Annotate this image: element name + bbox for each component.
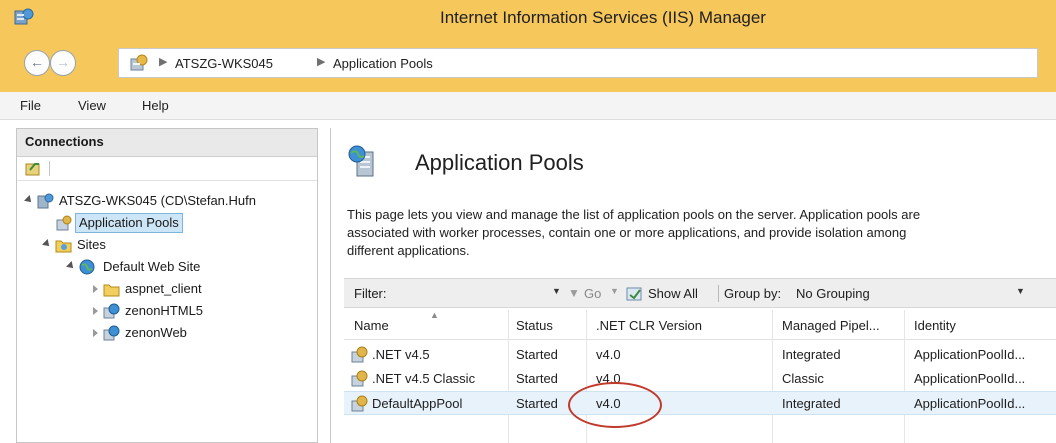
application-pools-icon [56,215,72,231]
table-row-selected[interactable]: DefaultAppPool Started v4.0 Integrated A… [344,391,1056,415]
toolbar-separator [49,161,50,176]
go-button[interactable]: Go [584,286,601,301]
tree-item-default-web-site[interactable]: Default Web Site [23,257,253,277]
tree-item-aspnet-client[interactable]: aspnet_client [23,279,253,299]
breadcrumb-separator-icon: ▶ [159,56,168,68]
description-line: different applications. [347,243,470,258]
breadcrumb-server[interactable]: ATSZG-WKS045 [175,56,273,71]
filter-bar: Filter: ▼ ▼ Go ▼ Show All Group by: No G… [344,278,1056,308]
server-icon [37,193,54,209]
highlight-annotation-circle [568,382,662,428]
tree-label-sites: Sites [77,237,106,252]
funnel-icon: ▼ [568,286,580,300]
web-application-icon [103,303,120,319]
column-header-status[interactable]: Status [516,318,553,333]
breadcrumb[interactable]: ▶ ATSZG-WKS045 ▶ Application Pools [118,48,1038,78]
expand-closed-icon[interactable] [93,329,98,337]
expand-open-icon[interactable] [66,261,76,271]
filter-dropdown-arrow-icon[interactable]: ▼ [552,286,561,296]
web-application-icon [103,325,120,341]
tree-item-sites[interactable]: Sites [23,235,143,255]
menu-file[interactable]: File [20,98,41,113]
application-pools-icon [348,145,374,177]
tree-label-default-web-site: Default Web Site [103,259,201,274]
menu-bar: File View Help [0,92,1056,120]
cell-identity: ApplicationPoolId... [914,396,1026,411]
table-row[interactable]: .NET v4.5 Classic Started v4.0 Classic A… [344,367,1056,391]
tree-item-zenonweb[interactable]: zenonWeb [23,323,253,343]
cell-name: .NET v4.5 [372,347,430,362]
show-all-icon [626,287,642,301]
application-pool-icon [351,346,368,363]
column-header-managed-pipeline[interactable]: Managed Pipel... [782,318,880,333]
tree-label-application-pools: Application Pools [75,213,183,233]
group-by-dropdown-arrow-icon[interactable]: ▼ [1016,286,1025,296]
application-pool-icon [351,395,368,412]
title-bar: Internet Information Services (IIS) Mana… [0,0,1056,34]
tree-label-aspnet-client: aspnet_client [125,281,202,296]
column-header-identity[interactable]: Identity [914,318,956,333]
breadcrumb-app-pools[interactable]: Application Pools [333,56,433,71]
group-by-label: Group by: [724,286,782,301]
page-description: This page lets you view and manage the l… [347,206,1056,260]
description-line: associated with worker processes, contai… [347,225,907,240]
filter-label: Filter: [354,286,387,301]
folder-icon [103,284,120,297]
menu-help[interactable]: Help [142,98,169,113]
cell-managed-pipeline: Classic [782,371,824,386]
tree-label-server: ATSZG-WKS045 (CD\Stefan.Hufn [59,193,256,208]
cell-managed-pipeline: Integrated [782,347,841,362]
go-dropdown-arrow-icon[interactable]: ▼ [610,286,619,296]
expand-open-icon[interactable] [42,239,52,249]
tree-item-server[interactable]: ATSZG-WKS045 (CD\Stefan.Hufn [23,191,317,211]
cell-name: DefaultAppPool [372,396,463,411]
tree-label-zenonhtml5: zenonHTML5 [125,303,204,318]
description-line: This page lets you view and manage the l… [347,207,921,222]
column-header-clr-version[interactable]: .NET CLR Version [596,318,702,333]
cell-identity: ApplicationPoolId... [914,347,1026,362]
tree-label-zenonweb: zenonWeb [125,325,187,340]
server-icon [130,54,148,71]
menu-view[interactable]: View [78,98,106,113]
show-all-button[interactable]: Show All [648,286,698,301]
cell-managed-pipeline: Integrated [782,396,841,411]
expand-closed-icon[interactable] [93,307,98,315]
group-by-select[interactable]: No Grouping [796,286,870,301]
breadcrumb-separator-icon: ▶ [317,56,326,68]
tree-item-application-pools[interactable]: Application Pools [23,213,243,233]
filter-separator [718,285,719,302]
table-row[interactable]: .NET v4.5 Started v4.0 Integrated Applic… [344,343,1056,367]
cell-identity: ApplicationPoolId... [914,371,1026,386]
sort-ascending-icon: ▲ [430,310,439,320]
cell-status: Started [516,347,558,362]
tree-item-zenonhtml5[interactable]: zenonHTML5 [23,301,253,321]
address-bar: ← → ▶ ATSZG-WKS045 ▶ Application Pools [0,34,1056,92]
cell-clr-version: v4.0 [596,347,621,362]
globe-icon [79,259,95,275]
window-title: Internet Information Services (IIS) Mana… [440,8,766,27]
cell-name: .NET v4.5 Classic [372,371,476,386]
expand-open-icon[interactable] [24,195,34,205]
application-pool-icon [351,370,368,387]
page-title: Application Pools [415,150,584,175]
connections-toolbar [17,157,317,181]
forward-button[interactable]: → [50,50,76,76]
back-button[interactable]: ← [24,50,50,76]
expand-closed-icon[interactable] [93,285,98,293]
table-header: Name ▲ Status .NET CLR Version Managed P… [344,310,1056,340]
connections-header: Connections [17,129,317,157]
column-header-name[interactable]: Name [354,318,389,333]
connect-icon[interactable] [25,160,43,177]
cell-status: Started [516,396,558,411]
sites-folder-icon [55,240,72,253]
connections-panel: Connections ATSZG-WKS045 (CD\Stefan.Hufn… [16,128,318,443]
cell-status: Started [516,371,558,386]
